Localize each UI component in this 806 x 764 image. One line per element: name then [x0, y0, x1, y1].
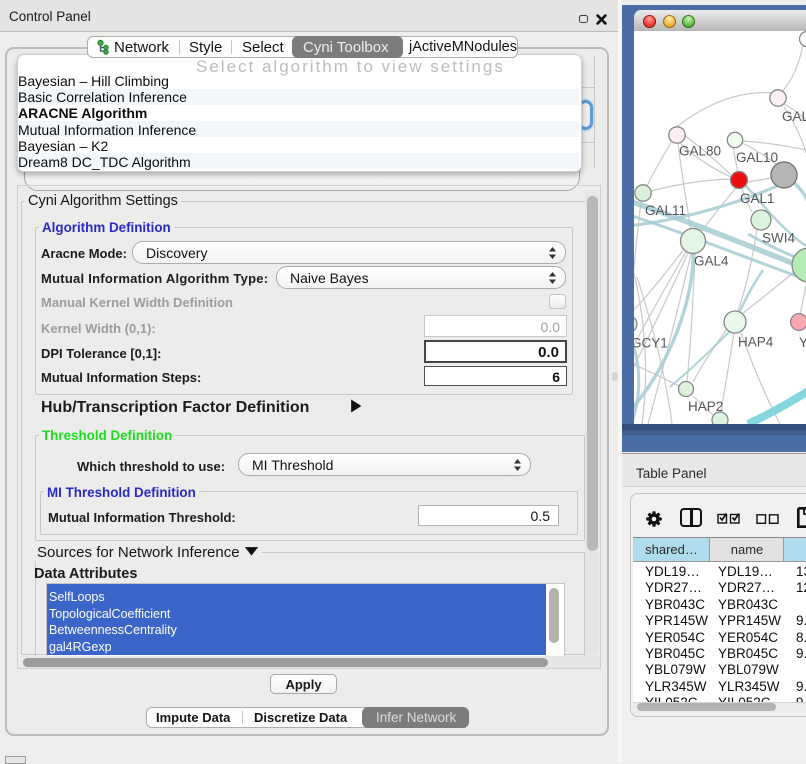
svg-text:GAL4: GAL4 — [694, 254, 729, 269]
svg-text:SWI4: SWI4 — [762, 231, 795, 246]
svg-text:GAL11: GAL11 — [645, 203, 686, 218]
svg-text:HAP4: HAP4 — [738, 335, 774, 350]
svg-text:HAP2: HAP2 — [688, 399, 723, 414]
svg-text:GAL7: GAL7 — [782, 109, 806, 124]
svg-text:Y: Y — [799, 335, 806, 350]
svg-text:GAL10: GAL10 — [736, 150, 778, 165]
svg-text:GCY1: GCY1 — [634, 336, 668, 351]
svg-text:GAL80: GAL80 — [679, 144, 721, 159]
svg-text:GAL1: GAL1 — [740, 191, 775, 206]
